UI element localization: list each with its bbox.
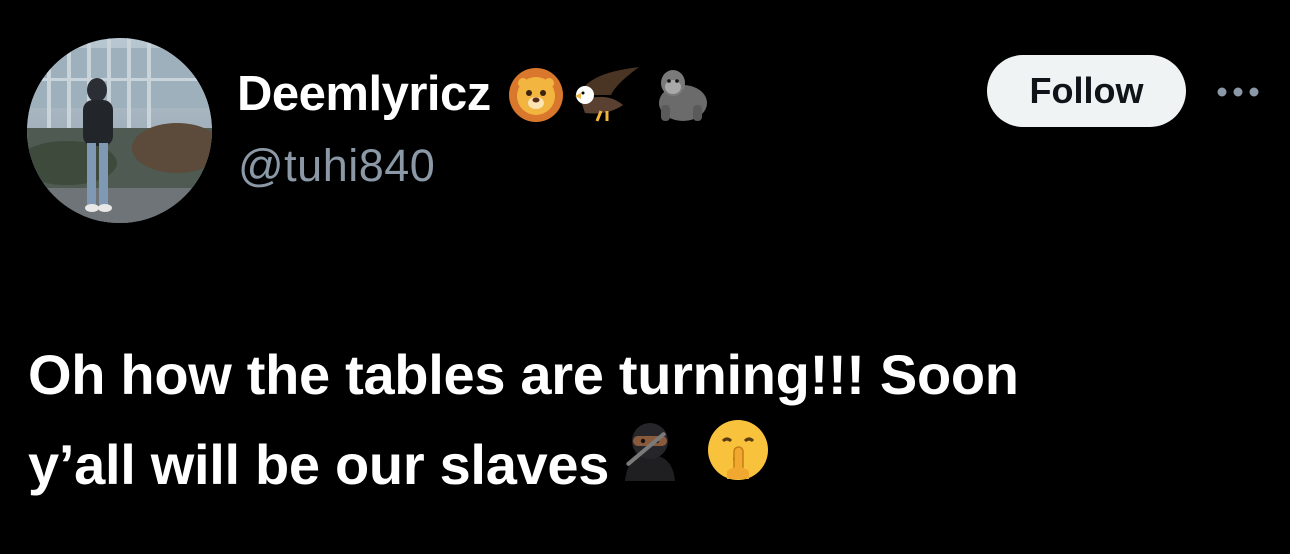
eagle-icon xyxy=(574,67,639,122)
name-emoji-set xyxy=(507,65,715,123)
author-name-row: Deemlyricz xyxy=(237,60,715,128)
author-handle[interactable]: @tuhi840 xyxy=(238,140,435,192)
ninja-icon xyxy=(617,417,683,509)
gorilla-icon xyxy=(658,70,707,121)
more-dots-icon xyxy=(1217,87,1259,97)
shushing-face-icon xyxy=(705,417,771,509)
lion-face-icon xyxy=(508,68,563,122)
tweet-text: Oh how the tables are turning!!! Soon y’… xyxy=(28,330,1268,515)
more-options-button[interactable] xyxy=(1210,72,1266,112)
tweet-text-line-1: Oh how the tables are turning!!! Soon xyxy=(28,343,1019,406)
tweet-text-line-2: y’all will be our slaves xyxy=(28,420,1268,515)
follow-button[interactable]: Follow xyxy=(987,55,1186,127)
tweet-card: Deemlyricz @tuhi840 Follow Oh how the ta… xyxy=(0,0,1290,554)
tweet-text-line-2-text: y’all will be our slaves xyxy=(28,433,610,496)
avatar-photo xyxy=(27,38,212,223)
avatar[interactable] xyxy=(27,38,212,223)
display-name[interactable]: Deemlyricz xyxy=(237,66,491,122)
